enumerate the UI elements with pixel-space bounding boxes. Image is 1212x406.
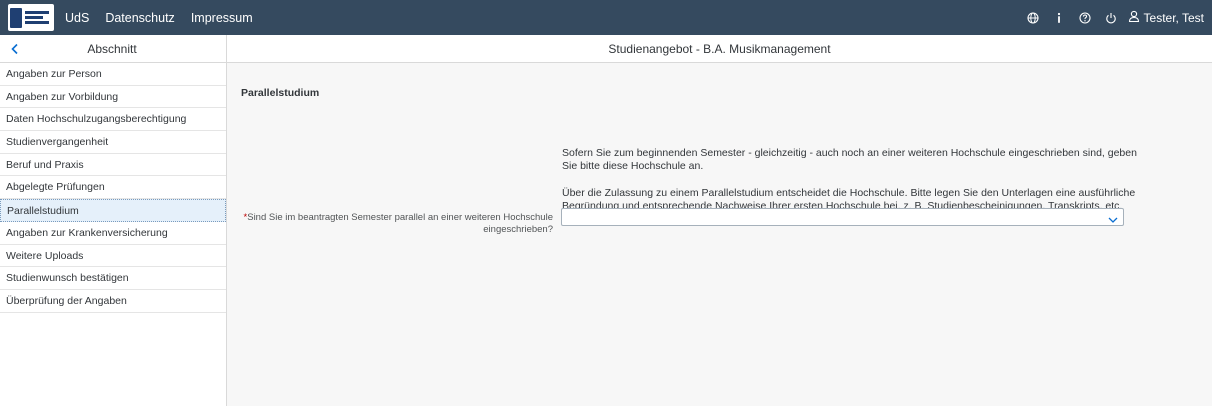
help-icon[interactable]: [1072, 5, 1098, 31]
sidebar-item-beruf-praxis[interactable]: Beruf und Praxis: [0, 154, 226, 177]
parallel-study-label: *Sind Sie im beantragten Semester parall…: [239, 212, 553, 236]
sidebar-item-angaben-vorbildung[interactable]: Angaben zur Vorbildung: [0, 86, 226, 109]
section-header: Abschnitt: [0, 35, 227, 62]
user-menu[interactable]: Tester, Test: [1128, 10, 1204, 25]
sidebar-item-studienvergangenheit[interactable]: Studienvergangenheit: [0, 131, 226, 154]
chevron-down-icon[interactable]: [1108, 212, 1118, 230]
section-title: Parallelstudium: [241, 87, 320, 99]
nav-link-datenschutz[interactable]: Datenschutz: [105, 11, 174, 25]
sidebar-item-parallelstudium[interactable]: Parallelstudium: [0, 199, 226, 222]
parallel-study-select[interactable]: [561, 208, 1124, 226]
info-paragraph-1: Sofern Sie zum beginnenden Semester - gl…: [562, 147, 1137, 172]
info-icon[interactable]: [1046, 5, 1072, 31]
user-icon: [1128, 10, 1140, 25]
crest-icon: [10, 7, 22, 28]
section-header-title: Abschnitt: [87, 41, 137, 56]
main-content: Parallelstudium Sofern Sie zum beginnend…: [227, 63, 1212, 406]
back-chevron-icon[interactable]: [2, 43, 28, 55]
nav-link-impressum[interactable]: Impressum: [191, 11, 253, 25]
nav-link-uds[interactable]: UdS: [65, 11, 89, 25]
user-name: Tester, Test: [1143, 10, 1204, 25]
university-logo[interactable]: [8, 4, 54, 31]
globe-icon[interactable]: [1020, 5, 1046, 31]
sidebar-item-ueberpruefung[interactable]: Überprüfung der Angaben: [0, 290, 226, 313]
sidebar-item-studienwunsch[interactable]: Studienwunsch bestätigen: [0, 267, 226, 290]
page-title: Studienangebot - B.A. Musikmanagement: [608, 41, 831, 56]
sidebar-item-abgelegte-pruefungen[interactable]: Abgelegte Prüfungen: [0, 176, 226, 200]
sidebar-item-weitere-uploads[interactable]: Weitere Uploads: [0, 245, 226, 268]
sidebar-item-krankenversicherung[interactable]: Angaben zur Krankenversicherung: [0, 222, 226, 245]
sub-header: Abschnitt Studienangebot - B.A. Musikman…: [0, 35, 1212, 63]
power-icon[interactable]: [1098, 5, 1124, 31]
sidebar-item-angaben-person[interactable]: Angaben zur Person: [0, 63, 226, 86]
header-nav: UdS Datenschutz Impressum: [65, 11, 253, 25]
top-bar: UdS Datenschutz Impressum Tester, Test: [0, 0, 1212, 35]
header-actions: Tester, Test: [1020, 5, 1204, 31]
sidebar-item-hzb-daten[interactable]: Daten Hochschulzugangsberechtigung: [0, 108, 226, 132]
sidebar: Angaben zur Person Angaben zur Vorbildun…: [0, 63, 227, 406]
parallel-study-label-text: Sind Sie im beantragten Semester paralle…: [247, 212, 553, 235]
